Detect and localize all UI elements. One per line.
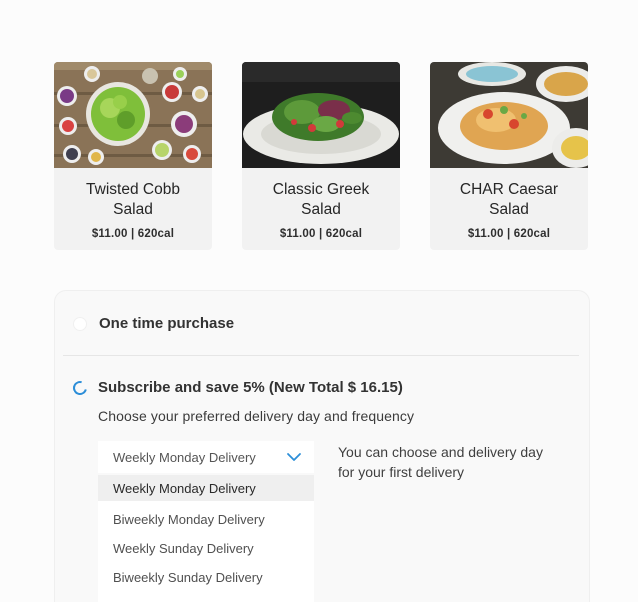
delivery-hint-line1: You can choose and delivery day bbox=[338, 444, 543, 460]
product-cards: Twisted Cobb Salad $11.00 | 620cal Class… bbox=[54, 62, 590, 252]
subscribe-option[interactable]: Subscribe and save 5% (New Total $ 16.15… bbox=[70, 377, 403, 398]
radio-selected-icon[interactable] bbox=[70, 377, 90, 398]
product-price-calories: $11.00 | 620cal bbox=[91, 228, 175, 240]
product-name-line1: Classic Greek bbox=[272, 181, 370, 198]
subscribe-description: Choose your preferred delivery day and f… bbox=[98, 408, 415, 424]
dropdown-option[interactable]: Weekly Sunday Delivery bbox=[98, 534, 314, 563]
product-name-line2: Salad bbox=[301, 201, 341, 218]
delivery-options-dropdown: Weekly Monday Delivery Biweekly Monday D… bbox=[98, 475, 314, 602]
one-time-purchase-label: One time purchase bbox=[99, 315, 235, 332]
one-time-purchase-option[interactable]: One time purchase bbox=[73, 315, 234, 332]
radio-unselected-icon[interactable] bbox=[73, 316, 87, 331]
product-name-line1: Twisted Cobb bbox=[86, 181, 180, 198]
product-image bbox=[430, 62, 588, 168]
subscribe-label: Subscribe and save 5% (New Total $ 16.15… bbox=[98, 379, 403, 396]
product-name-line1: CHAR Caesar bbox=[459, 181, 559, 198]
product-price-calories: $11.00 | 620cal bbox=[467, 228, 551, 240]
product-image bbox=[242, 62, 400, 168]
dropdown-option[interactable]: Biweekly Monday Delivery bbox=[98, 505, 314, 534]
select-value: Weekly Monday Delivery bbox=[113, 449, 256, 465]
product-image bbox=[54, 62, 212, 168]
product-card-classic-greek[interactable]: Classic Greek Salad $11.00 | 620cal bbox=[242, 62, 400, 250]
dropdown-option[interactable]: Biweekly Sunday Delivery bbox=[98, 563, 314, 592]
delivery-hint-line2: for your first delivery bbox=[338, 464, 465, 480]
product-price-calories: $11.00 | 620cal bbox=[279, 228, 363, 240]
divider bbox=[63, 355, 579, 356]
product-name-line2: Salad bbox=[489, 201, 529, 218]
delivery-hint: You can choose and delivery day for your… bbox=[338, 442, 578, 482]
page: Twisted Cobb Salad $11.00 | 620cal Class… bbox=[0, 0, 638, 602]
purchase-options-panel: One time purchase Subscribe and save 5% … bbox=[54, 290, 590, 602]
product-card-char-caesar[interactable]: CHAR Caesar Salad $11.00 | 620cal bbox=[430, 62, 588, 250]
dropdown-option[interactable]: Weekly Monday Delivery bbox=[98, 475, 314, 501]
delivery-frequency-select[interactable]: Weekly Monday Delivery bbox=[98, 441, 314, 473]
product-name-line2: Salad bbox=[113, 201, 153, 218]
chevron-down-icon[interactable] bbox=[286, 450, 302, 464]
product-card-twisted-cobb[interactable]: Twisted Cobb Salad $11.00 | 620cal bbox=[54, 62, 212, 250]
